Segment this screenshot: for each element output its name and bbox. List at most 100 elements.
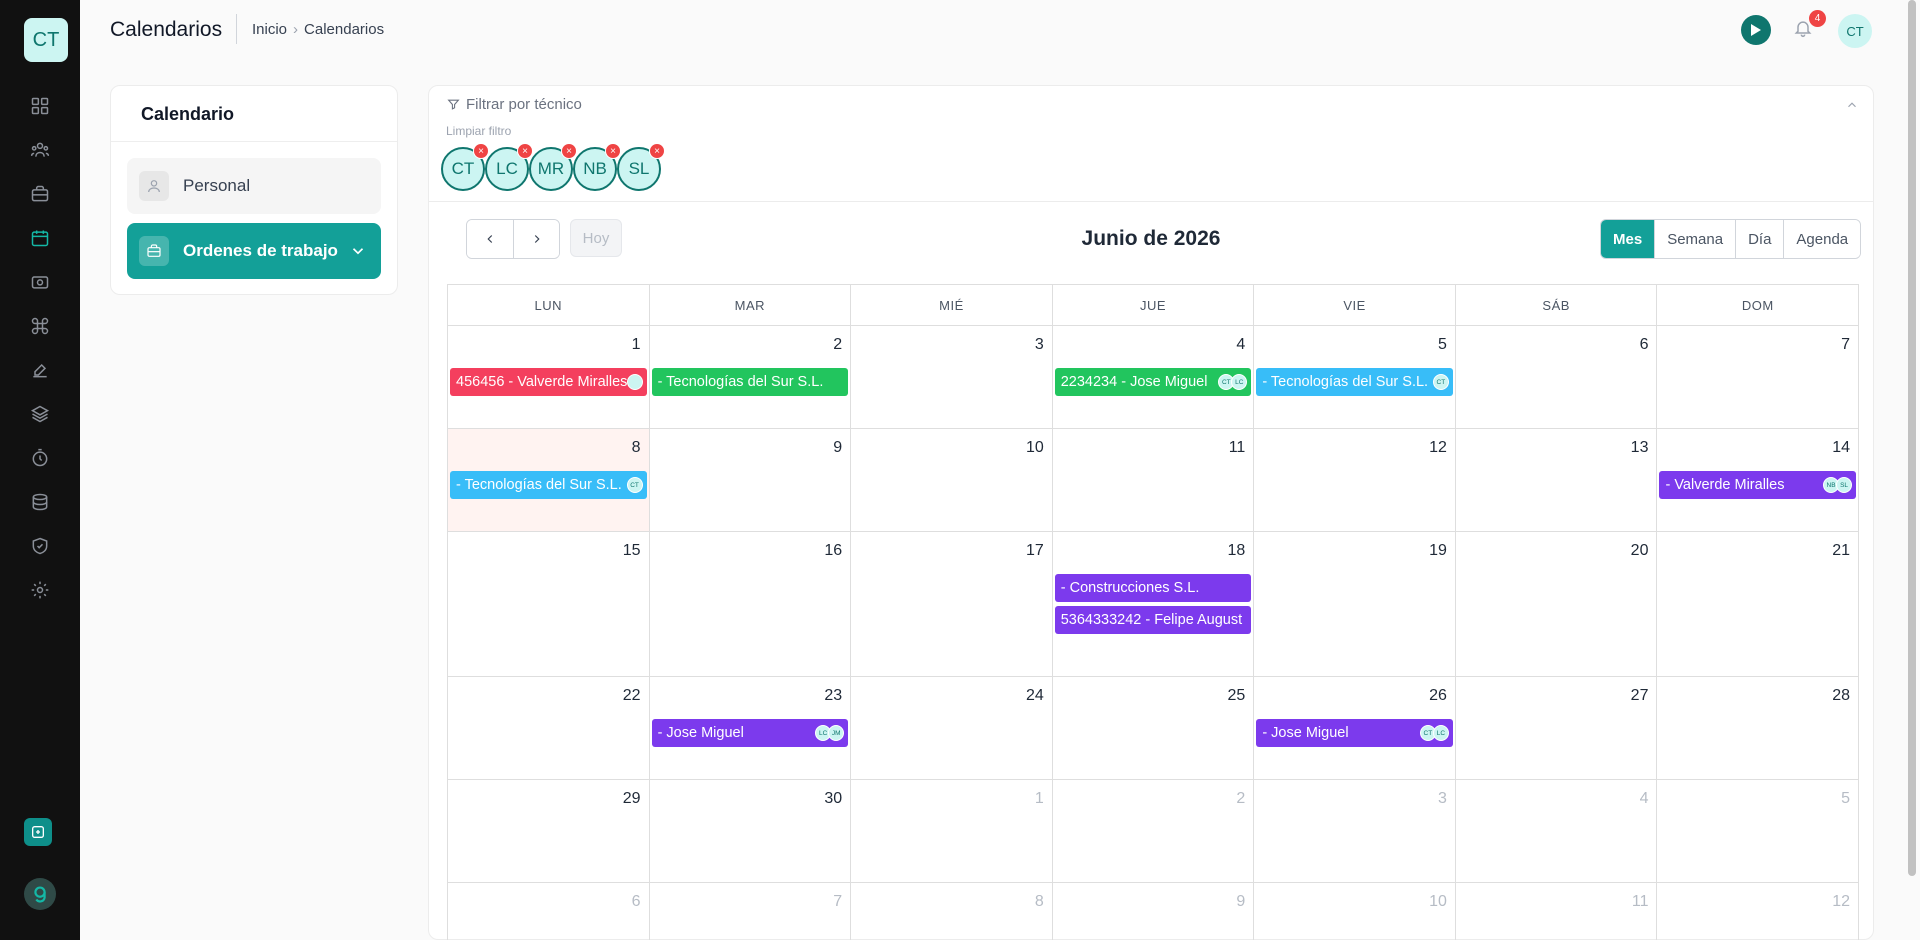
day-cell[interactable]: 17 — [851, 532, 1053, 677]
day-cell[interactable]: 5 — [1657, 780, 1860, 883]
day-number[interactable]: 2 — [833, 336, 842, 354]
day-cell[interactable]: 21 — [1657, 532, 1860, 677]
day-number[interactable]: 7 — [833, 893, 842, 911]
briefcase-icon[interactable] — [28, 182, 52, 206]
technician-chip[interactable]: NB × — [573, 143, 621, 191]
day-cell[interactable]: 11 — [1456, 883, 1658, 940]
stack-icon[interactable] — [28, 490, 52, 514]
day-cell[interactable]: 16 — [649, 532, 852, 677]
day-number[interactable]: 8 — [632, 439, 641, 457]
day-cell[interactable]: 26 - Jose Miguel CT LC — [1254, 677, 1456, 780]
day-cell[interactable]: 2 - Tecnologías del Sur S.L. — [649, 326, 852, 429]
day-number[interactable]: 10 — [1026, 439, 1044, 457]
brand-icon[interactable] — [24, 878, 56, 910]
day-cell[interactable]: 15 — [448, 532, 650, 677]
day-cell[interactable]: 12 — [1657, 883, 1860, 940]
event-item[interactable]: 5364333242 - Felipe August — [1054, 606, 1252, 634]
filter-header[interactable]: Filtrar por técnico — [447, 96, 582, 113]
day-cell[interactable]: 4 2234234 - Jose Miguel CT LC — [1052, 326, 1255, 429]
event-item[interactable]: - Construcciones S.L. — [1054, 574, 1252, 602]
chevron-up-icon[interactable] — [1845, 98, 1859, 112]
remove-technician-icon[interactable]: × — [473, 143, 489, 159]
camera-icon[interactable] — [28, 270, 52, 294]
day-cell[interactable]: 9 — [649, 429, 852, 532]
user-avatar[interactable]: CT — [1838, 14, 1872, 48]
day-number[interactable]: 11 — [1229, 439, 1246, 457]
day-number[interactable]: 3 — [1035, 336, 1044, 354]
day-cell[interactable]: 3 — [1254, 780, 1456, 883]
day-cell[interactable]: 20 — [1455, 532, 1658, 677]
calendar-item-ordenes-de-trabajo[interactable]: Ordenes de trabajo — [127, 223, 381, 279]
day-cell[interactable]: 9 — [1053, 883, 1255, 940]
day-number[interactable]: 2 — [1236, 790, 1245, 808]
app-switcher-icon[interactable] — [24, 818, 52, 846]
day-cell[interactable]: 6 — [448, 883, 650, 940]
day-number[interactable]: 21 — [1832, 542, 1850, 560]
day-cell[interactable]: 14 - Valverde Miralles NB SL — [1657, 429, 1860, 532]
day-cell[interactable]: 2 — [1052, 780, 1255, 883]
view-agenda-button[interactable]: Agenda — [1783, 220, 1861, 258]
day-cell[interactable]: 7 — [1657, 326, 1860, 429]
day-number[interactable]: 3 — [1438, 790, 1447, 808]
day-number[interactable]: 4 — [1640, 790, 1649, 808]
day-number[interactable]: 15 — [623, 542, 641, 560]
day-cell[interactable]: 8 - Tecnologías del Sur S.L. CT — [448, 429, 650, 532]
day-cell[interactable]: 28 — [1657, 677, 1860, 780]
calendar-item-personal[interactable]: Personal — [127, 158, 381, 214]
event-item[interactable]: - Tecnologías del Sur S.L. CT — [1256, 368, 1453, 396]
tools-icon[interactable] — [28, 358, 52, 382]
day-cell[interactable]: 29 — [448, 780, 650, 883]
day-number[interactable]: 6 — [632, 893, 641, 911]
day-cell[interactable]: 19 — [1254, 532, 1456, 677]
day-cell[interactable]: 10 — [851, 429, 1053, 532]
remove-technician-icon[interactable]: × — [605, 143, 621, 159]
day-cell[interactable]: 25 — [1052, 677, 1255, 780]
day-number[interactable]: 9 — [833, 439, 842, 457]
event-item[interactable]: 2234234 - Jose Miguel CT LC — [1054, 368, 1252, 396]
day-number[interactable]: 17 — [1026, 542, 1044, 560]
day-number[interactable]: 5 — [1841, 790, 1850, 808]
chevron-down-icon[interactable] — [349, 242, 367, 260]
users-icon[interactable] — [28, 138, 52, 162]
day-cell[interactable]: 1 — [851, 780, 1053, 883]
day-cell[interactable]: 13 — [1455, 429, 1658, 532]
day-number[interactable]: 9 — [1236, 893, 1245, 911]
timer-icon[interactable] — [28, 446, 52, 470]
day-number[interactable]: 11 — [1632, 893, 1649, 911]
day-cell[interactable]: 12 — [1254, 429, 1456, 532]
day-cell[interactable]: 3 — [851, 326, 1053, 429]
day-cell[interactable]: 5 - Tecnologías del Sur S.L. CT — [1254, 326, 1456, 429]
day-number[interactable]: 26 — [1429, 687, 1447, 705]
event-item[interactable]: - Jose Miguel LC JM — [651, 719, 849, 747]
event-item[interactable]: 456456 - Valverde Miralles — [450, 368, 647, 396]
view-día-button[interactable]: Día — [1735, 220, 1784, 258]
view-semana-button[interactable]: Semana — [1654, 220, 1736, 258]
day-number[interactable]: 12 — [1429, 439, 1447, 457]
remove-technician-icon[interactable]: × — [517, 143, 533, 159]
page-scrollbar[interactable] — [1908, 0, 1916, 876]
play-button[interactable] — [1741, 15, 1771, 45]
day-number[interactable]: 28 — [1832, 687, 1850, 705]
technician-chip[interactable]: LC × — [485, 143, 533, 191]
day-number[interactable]: 30 — [824, 790, 842, 808]
day-number[interactable]: 29 — [623, 790, 641, 808]
app-logo[interactable]: CT — [24, 18, 68, 62]
day-number[interactable]: 6 — [1640, 336, 1649, 354]
layers-icon[interactable] — [28, 402, 52, 426]
day-cell[interactable]: 4 — [1455, 780, 1658, 883]
day-cell[interactable]: 7 — [650, 883, 852, 940]
clear-filter-link[interactable]: Limpiar filtro — [446, 124, 511, 138]
day-cell[interactable]: 27 — [1455, 677, 1658, 780]
remove-technician-icon[interactable]: × — [561, 143, 577, 159]
event-item[interactable]: - Tecnologías del Sur S.L. CT — [450, 471, 647, 499]
day-cell[interactable]: 30 — [649, 780, 852, 883]
day-cell[interactable]: 23 - Jose Miguel LC JM — [649, 677, 852, 780]
day-cell[interactable]: 8 — [851, 883, 1053, 940]
day-cell[interactable]: 22 — [448, 677, 650, 780]
day-number[interactable]: 18 — [1228, 542, 1246, 560]
shield-icon[interactable] — [28, 534, 52, 558]
day-number[interactable]: 19 — [1429, 542, 1447, 560]
day-cell[interactable]: 6 — [1455, 326, 1658, 429]
day-number[interactable]: 5 — [1438, 336, 1447, 354]
breadcrumb-inicio[interactable]: Inicio — [252, 21, 287, 38]
